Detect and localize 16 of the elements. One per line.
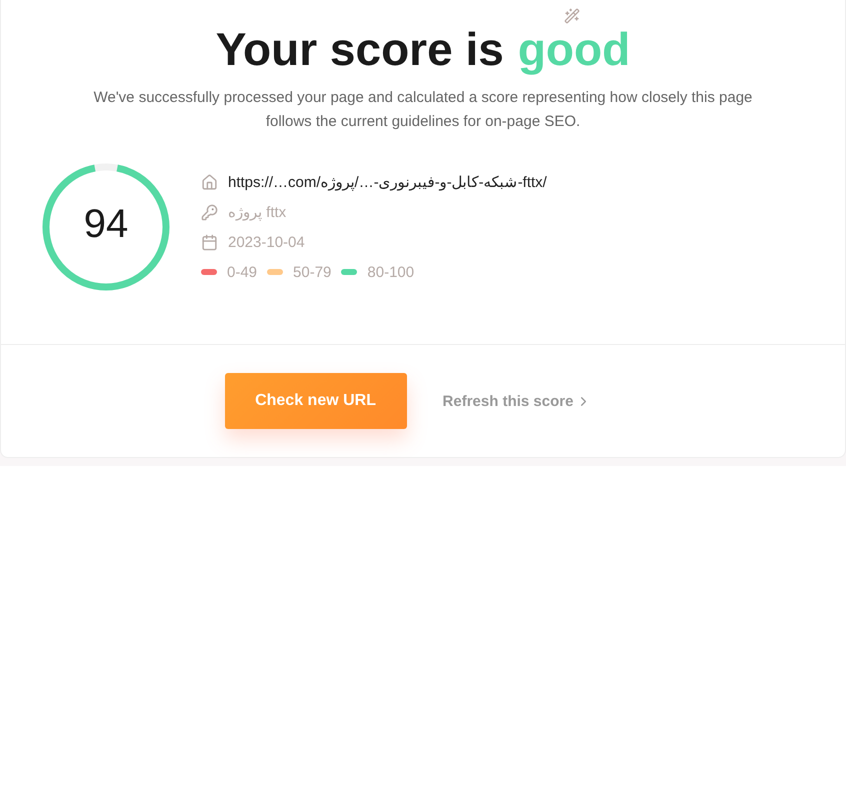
refresh-score-link[interactable]: Refresh this score	[442, 392, 592, 410]
magic-wand-icon	[564, 8, 580, 24]
legend-label: 50-79	[293, 264, 332, 280]
date-text: 2023-10-04	[228, 234, 305, 250]
legend-label: 0-49	[227, 264, 258, 280]
home-icon	[201, 174, 218, 190]
keyword-text: پروژه fttx	[228, 203, 286, 221]
score-title: Your score is	[216, 22, 504, 76]
key-icon	[201, 204, 218, 220]
description: We've successfully processed your page and calculated a score representing how closely this page follows the current guidelines for on-page SEO.	[92, 88, 754, 132]
calendar-icon	[201, 234, 218, 250]
page-url: https://…com/شبکه-کابل-و-فیبرنوری-…/پروژه-fttx/	[228, 173, 547, 191]
check-url-button[interactable]: Check new URL	[224, 373, 407, 429]
score-rating: good	[518, 22, 630, 76]
score-value: 94	[82, 202, 130, 247]
legend-label: 80-100	[367, 264, 414, 280]
